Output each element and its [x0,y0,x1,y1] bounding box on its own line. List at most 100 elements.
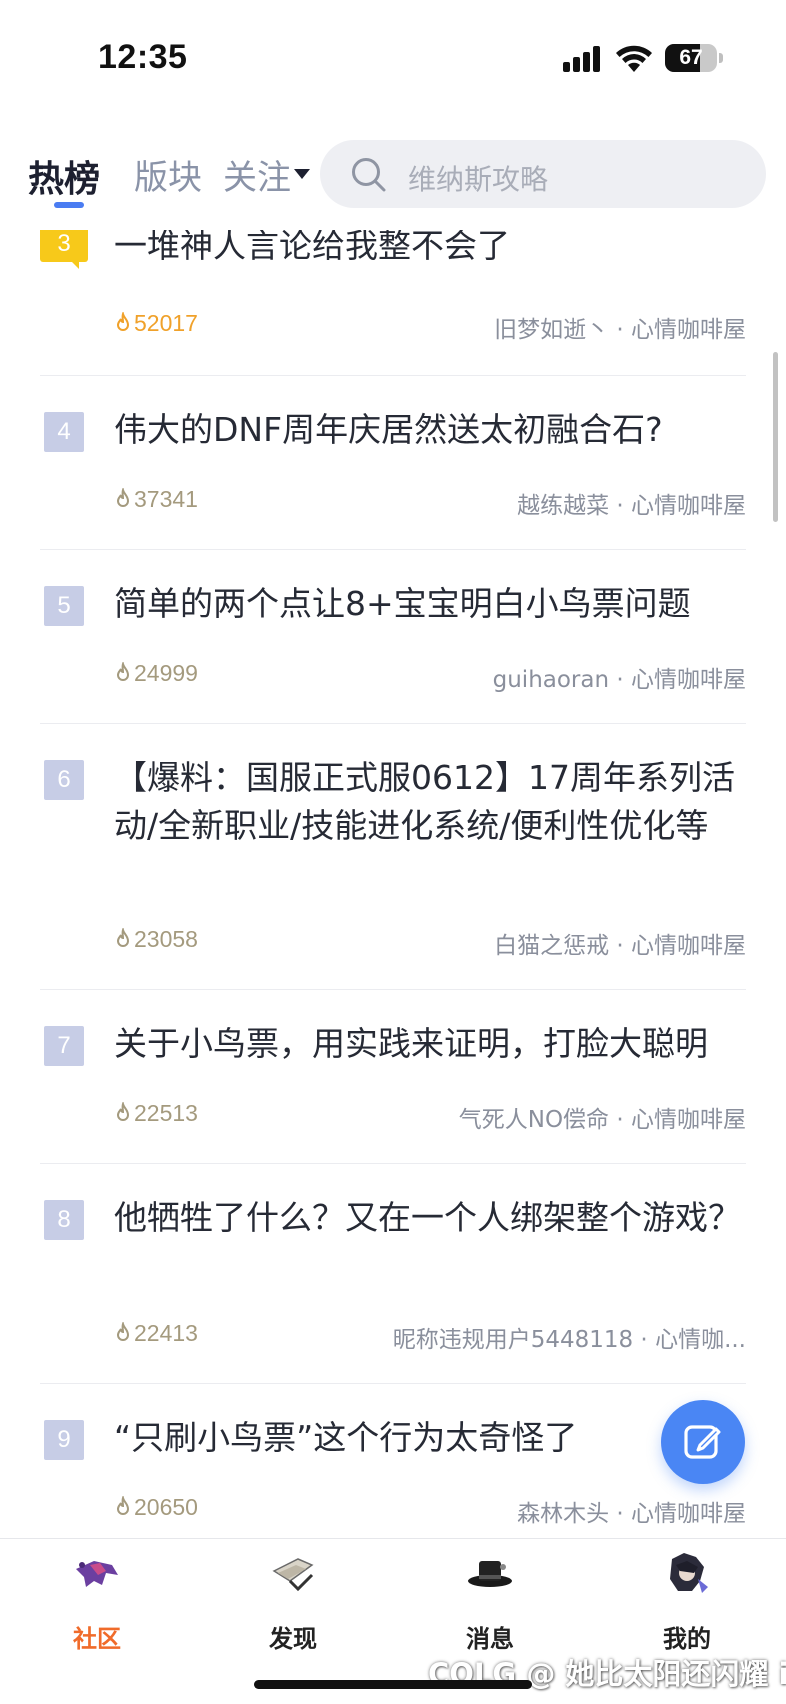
rank-badge: 7 [44,1026,84,1066]
heat-value: 37341 [134,486,198,512]
heat-value: 24999 [134,660,198,686]
flame-icon [116,1496,130,1515]
heat-count: 20650 [114,1494,198,1521]
author-name[interactable]: 越练越菜 [517,493,609,519]
flame-icon [116,662,130,681]
post-title[interactable]: “只刷小鸟票”这个行为太奇怪了 [114,1414,674,1462]
search-icon [352,158,386,192]
tab-community[interactable]: 社区 [37,1551,157,1671]
post-title[interactable]: 简单的两个点让8+宝宝明白小鸟票问题 [114,580,746,628]
post-title[interactable]: 【爆料：国服正式服0612】17周年系列活动/全新职业/技能进化系统/便利性优化… [114,754,746,850]
hot-list-feed[interactable]: 3 一堆神人言论给我整不会了 52017 旧梦如逝丶 · 心情咖啡屋 4 伟大的… [0,230,786,1538]
author-name[interactable]: 气死人NO偿命 [459,1107,609,1133]
list-item[interactable]: 3 一堆神人言论给我整不会了 52017 旧梦如逝丶 · 心情咖啡屋 [40,230,746,376]
wifi-icon [616,45,652,72]
meta-separator: · [609,493,631,519]
meta-separator: · [609,317,631,343]
flame-icon [116,1102,130,1121]
tab-hot-list[interactable]: 热榜 [28,150,100,202]
board-name[interactable]: 心情咖啡屋 [631,317,746,343]
search-input[interactable]: 维纳斯攻略 [320,140,766,208]
list-item[interactable]: 5 简单的两个点让8+宝宝明白小鸟票问题 24999 guihaoran · 心… [40,550,746,724]
top-nav: 热榜 版块 关注 维纳斯攻略 [0,130,786,230]
list-item[interactable]: 9 “只刷小鸟票”这个行为太奇怪了 20650 森林木头 · 心情咖啡屋 [40,1384,746,1538]
post-meta: 气死人NO偿命 · 心情咖啡屋 [459,1100,746,1134]
screen: 12:35 67 热榜 版块 关注 维纳斯攻略 3 一堆神人言论给我整不会了 5… [0,0,786,1704]
search-placeholder: 维纳斯攻略 [408,163,549,196]
scrollbar[interactable] [773,352,778,522]
rank-badge: 3 [40,230,88,262]
author-name[interactable]: 森林木头 [517,1501,609,1527]
discover-icon [272,1558,314,1592]
post-title[interactable]: 伟大的DNF周年庆居然送太初融合石? [114,406,746,454]
tab-boards[interactable]: 版块 [134,150,202,199]
list-item[interactable]: 7 关于小鸟票，用实践来证明，打脸大聪明 22513 气死人NO偿命 · 心情咖… [40,990,746,1164]
post-meta: 白猫之惩戒 · 心情咖啡屋 [494,926,746,960]
post-meta: 旧梦如逝丶 · 心情咖啡屋 [494,310,746,344]
compose-button[interactable] [661,1400,745,1484]
list-item[interactable]: 8 他牺牲了什么？又在一个人绑架整个游戏？ 22413 昵称违规用户544811… [40,1164,746,1384]
board-name[interactable]: 心情咖啡屋 [631,1501,746,1527]
meta-separator: · [609,1107,631,1133]
author-name[interactable]: guihaoran [493,667,609,693]
tab-label: 社区 [73,1625,121,1653]
flame-icon [116,1322,130,1341]
board-name[interactable]: 心情咖... [655,1327,746,1353]
tab-discover[interactable]: 发现 [233,1551,353,1671]
author-name[interactable]: 旧梦如逝丶 [494,317,609,343]
rank-badge: 5 [44,586,84,626]
heat-count: 22413 [114,1320,198,1347]
home-indicator[interactable] [254,1680,532,1689]
battery-cap [719,53,723,63]
list-item[interactable]: 4 伟大的DNF周年庆居然送太初融合石? 37341 越练越菜 · 心情咖啡屋 [40,376,746,550]
heat-count: 22513 [114,1100,198,1127]
edit-icon [684,1425,721,1459]
heat-value: 52017 [134,310,198,336]
post-meta: 越练越菜 · 心情咖啡屋 [517,486,746,520]
rank-badge: 4 [44,412,84,452]
post-title[interactable]: 一堆神人言论给我整不会了 [114,230,746,270]
heat-value: 20650 [134,1494,198,1520]
chevron-down-icon[interactable] [294,169,310,179]
meta-separator: · [609,1501,631,1527]
board-name[interactable]: 心情咖啡屋 [631,493,746,519]
community-icon [76,1561,118,1587]
meta-separator: · [633,1327,656,1353]
heat-value: 22413 [134,1320,198,1346]
battery-percent: 67 [679,46,703,69]
rank-badge: 6 [44,760,84,800]
rank-badge: 9 [44,1420,84,1460]
flame-icon [116,312,130,331]
messages-icon [468,1561,512,1587]
board-name[interactable]: 心情咖啡屋 [631,933,746,959]
rank-badge: 8 [44,1200,84,1240]
flame-icon [116,928,130,947]
avatar [670,1553,708,1593]
tab-label: 我的 [663,1625,711,1653]
status-time: 12:35 [98,38,188,76]
tab-following[interactable]: 关注 [223,150,291,199]
board-name[interactable]: 心情咖啡屋 [631,667,746,693]
post-meta: 森林木头 · 心情咖啡屋 [517,1494,746,1528]
battery-icon: 67 [665,44,717,72]
heat-count: 24999 [114,660,198,687]
meta-separator: · [609,667,631,693]
board-name[interactable]: 心情咖啡屋 [631,1107,746,1133]
post-title[interactable]: 关于小鸟票，用实践来证明，打脸大聪明 [114,1020,746,1068]
heat-count: 52017 [114,310,198,337]
post-title[interactable]: 他牺牲了什么？又在一个人绑架整个游戏？ [114,1194,746,1242]
author-name[interactable]: 白猫之惩戒 [494,933,609,959]
post-meta: 昵称违规用户5448118 · 心情咖... [393,1320,746,1354]
heat-count: 23058 [114,926,198,953]
list-item[interactable]: 6 【爆料：国服正式服0612】17周年系列活动/全新职业/技能进化系统/便利性… [40,724,746,990]
author-name[interactable]: 昵称违规用户5448118 [393,1327,633,1353]
meta-separator: · [609,933,631,959]
heat-count: 37341 [114,486,198,513]
flame-icon [116,488,130,507]
heat-value: 23058 [134,926,198,952]
active-tab-indicator [54,202,84,208]
heat-value: 22513 [134,1100,198,1126]
cellular-signal-icon [563,46,603,72]
rank-badge-tail [70,260,79,269]
status-bar: 12:35 67 [0,0,786,120]
